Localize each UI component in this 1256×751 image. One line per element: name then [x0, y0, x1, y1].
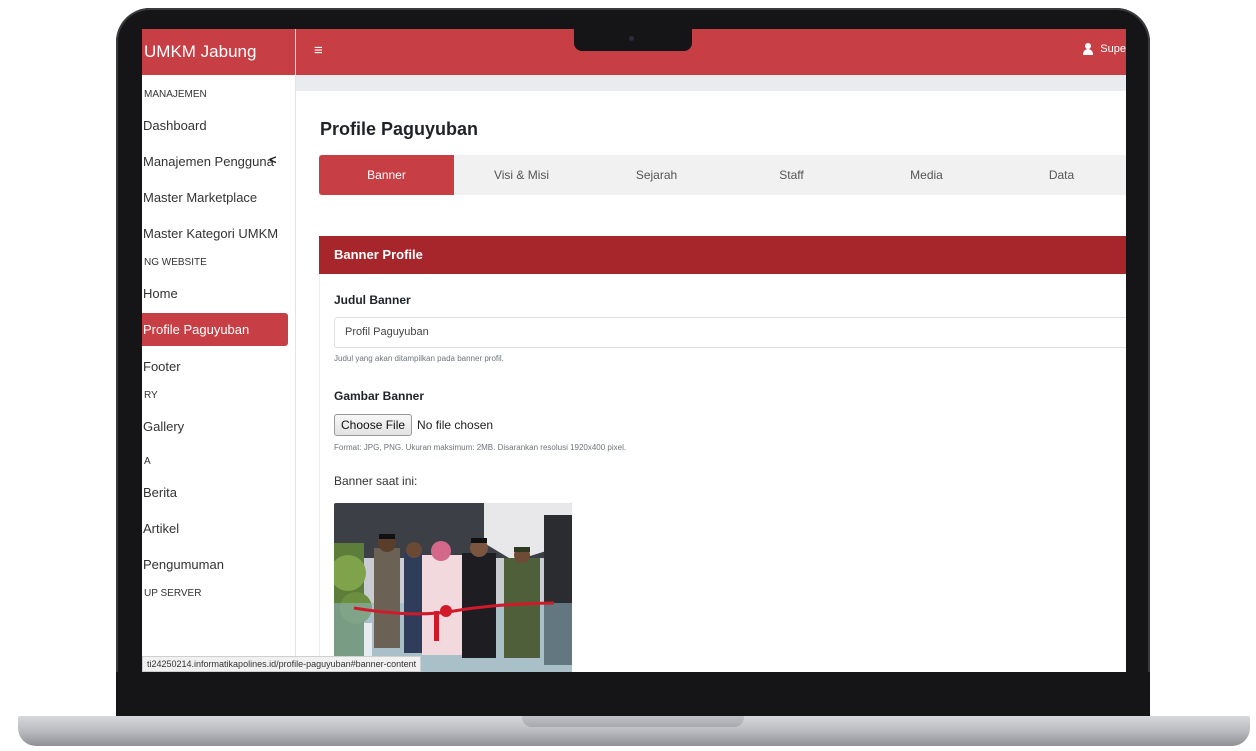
brand[interactable]: UMKM Jabung — [142, 29, 295, 75]
sidebar-section-website: NG WEBSITE — [144, 257, 207, 268]
tab-visi-misi[interactable]: Visi & Misi — [454, 155, 589, 195]
laptop-base-notch — [522, 716, 744, 727]
sidebar-item-artikel[interactable]: Artikel — [142, 510, 295, 546]
sidebar-item-label: Manajemen Pengguna — [143, 153, 274, 169]
sidebar-item-label: Master Marketplace — [143, 189, 258, 205]
sidebar-item-label: Home — [143, 285, 178, 301]
sidebar-section-manajemen: MANAJEMEN — [144, 89, 207, 100]
main-content: Profile Paguyuban Banner Visi & Misi Sej… — [296, 91, 1126, 672]
file-input: Choose File No file chosen — [334, 414, 493, 436]
topbar-shadow — [296, 75, 1126, 91]
page-title: Profile Paguyuban — [320, 119, 479, 139]
tab-staff[interactable]: Staff — [724, 155, 859, 195]
tab-banner[interactable]: Banner — [319, 155, 454, 195]
sidebar-item-footer[interactable]: Footer — [142, 348, 295, 384]
laptop-chin — [116, 672, 1150, 720]
sidebar-item-home[interactable]: Home — [142, 275, 295, 311]
sidebar-item-label: Footer — [143, 358, 181, 374]
tab-data[interactable]: Data — [994, 155, 1126, 195]
gambar-banner-hint: Format: JPG, PNG. Ukuran maksimum: 2MB. … — [334, 443, 627, 452]
user-menu[interactable]: Supe — [1082, 43, 1126, 55]
judul-banner-input[interactable]: Profil Paguyuban — [334, 317, 1126, 348]
sidebar-item-label: Berita — [143, 484, 177, 500]
camera-icon — [629, 36, 634, 41]
screen: UMKM Jabung MANAJEMEN Dashboard Manajeme… — [142, 29, 1126, 672]
sidebar-item-profile-paguyuban[interactable]: Profile Paguyuban — [142, 313, 288, 346]
card-header: Banner Profile — [319, 236, 1126, 274]
current-banner-image — [334, 503, 572, 672]
sidebar-item-gallery[interactable]: Gallery — [142, 408, 295, 444]
sidebar-item-berita[interactable]: Berita — [142, 474, 295, 510]
status-url: ti24250214.informatikapolines.id/profile… — [142, 656, 422, 672]
sidebar-item-manajemen-pengguna[interactable]: Manajemen Pengguna < — [142, 143, 295, 179]
sidebar-item-label: Master Kategori UMKM — [143, 225, 279, 241]
judul-banner-hint: Judul yang akan ditampilkan pada banner … — [334, 354, 504, 363]
hamburger-menu-icon[interactable]: ≡ — [314, 42, 323, 59]
tab-bar: Banner Visi & Misi Sejarah Staff Media D… — [319, 155, 1126, 195]
camera-notch — [574, 29, 692, 51]
gambar-banner-label: Gambar Banner — [334, 389, 425, 403]
sidebar-item-master-kategori-umkm[interactable]: Master Kategori UMKM — [142, 215, 295, 251]
sidebar-item-label: Artikel — [143, 520, 180, 536]
sidebar: UMKM Jabung MANAJEMEN Dashboard Manajeme… — [142, 29, 296, 672]
user-name: Supe — [1100, 43, 1126, 55]
judul-banner-label: Judul Banner — [334, 293, 411, 307]
sidebar-item-label: Dashboard — [143, 117, 207, 133]
sidebar-item-label: Profile Paguyuban — [143, 322, 250, 337]
choose-file-button[interactable]: Choose File — [334, 414, 413, 436]
chevron-left-icon[interactable]: < — [269, 152, 277, 167]
sidebar-section-server: UP SERVER — [144, 588, 202, 599]
sidebar-item-label: Pengumuman — [143, 556, 224, 572]
tab-media[interactable]: Media — [859, 155, 994, 195]
sidebar-item-pengumuman[interactable]: Pengumuman — [142, 546, 295, 582]
topbar: ≡ Supe — [296, 29, 1126, 75]
sidebar-item-label: Gallery — [143, 418, 185, 434]
banner-photo — [334, 503, 572, 672]
sidebar-item-dashboard[interactable]: Dashboard — [142, 107, 295, 143]
tab-sejarah[interactable]: Sejarah — [589, 155, 724, 195]
sidebar-item-master-marketplace[interactable]: Master Marketplace — [142, 179, 295, 215]
sidebar-section-media: A — [144, 456, 151, 467]
file-status: No file chosen — [417, 418, 494, 432]
sidebar-section-gallery: RY — [144, 390, 158, 401]
current-banner-label: Banner saat ini: — [334, 474, 418, 488]
user-icon — [1082, 43, 1094, 55]
